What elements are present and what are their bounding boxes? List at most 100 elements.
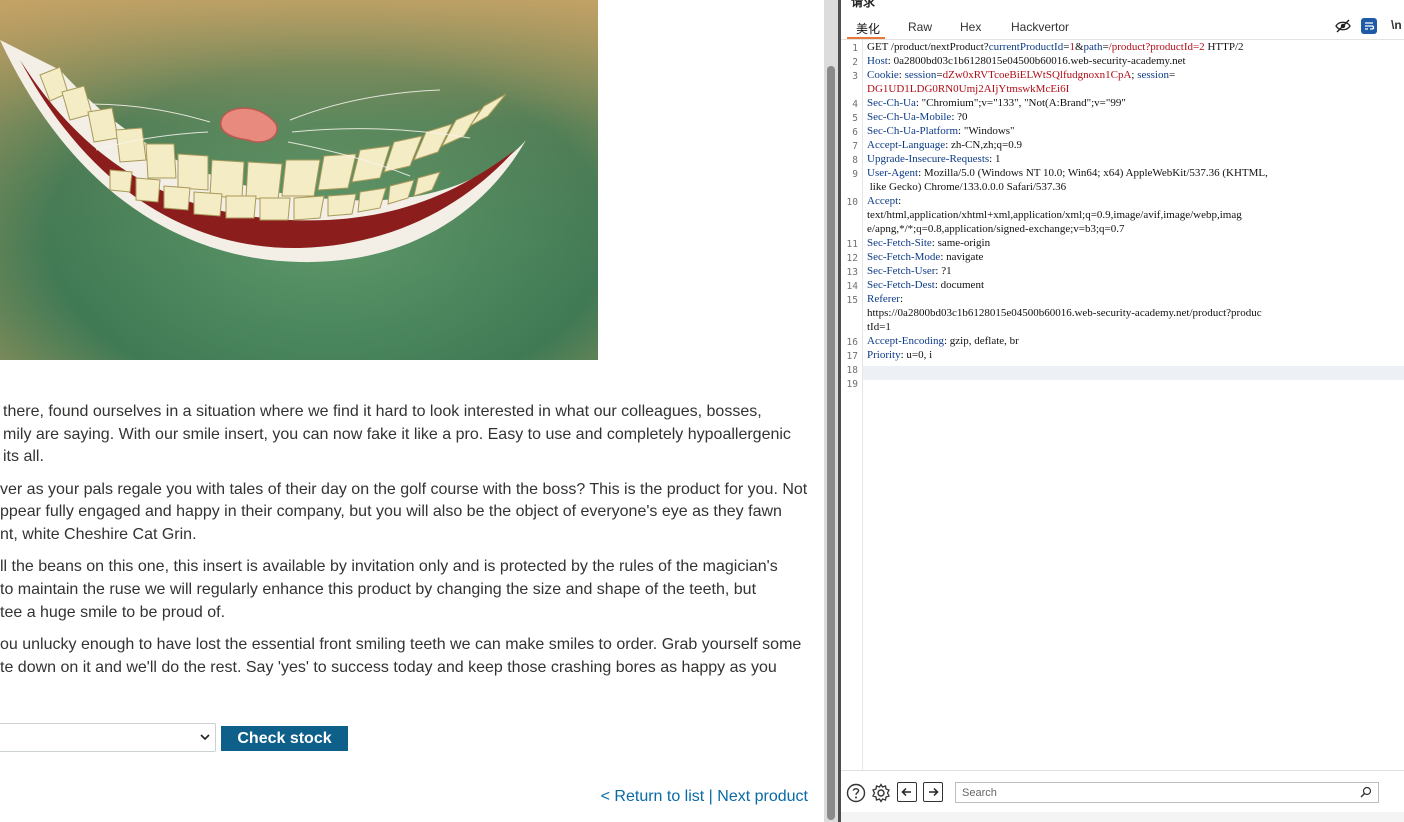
request-line: Sec-Ch-Ua-Mobile: ?0	[867, 110, 968, 124]
header-name: Sec-Fetch-User	[867, 265, 936, 277]
newline-toggle[interactable]: \n	[1391, 18, 1402, 32]
line-number: 19	[846, 379, 858, 390]
request-line: text/html,application/xhtml+xml,applicat…	[867, 208, 1242, 222]
header-name: currentProductId	[988, 41, 1064, 53]
search-input[interactable]: Search	[955, 782, 1379, 803]
tab-hex[interactable]: Hex	[960, 20, 981, 34]
previous-match-button[interactable]	[897, 782, 917, 802]
request-text: :	[899, 293, 904, 305]
active-tab-indicator	[847, 37, 885, 39]
request-line: https://0a2800bd03c1b6128015e04500b60016…	[867, 306, 1262, 320]
header-name: Cookie	[867, 69, 899, 81]
request-line: Sec-Ch-Ua: "Chromium";v="133", "Not(A:Br…	[867, 96, 1126, 110]
request-text: : 1	[989, 153, 1001, 165]
request-line: Accept-Encoding: gzip, deflate, br	[867, 334, 1019, 348]
line-number: 9	[852, 169, 858, 180]
product-image	[0, 0, 598, 360]
header-name: Accept-Encoding	[867, 335, 944, 347]
request-text: &	[1074, 41, 1084, 53]
line-number: 13	[846, 267, 858, 278]
description-paragraph-3: ll the beans on this one, this insert is…	[0, 558, 778, 621]
next-match-button[interactable]	[923, 782, 943, 802]
search-icon[interactable]	[1360, 786, 1372, 798]
request-line: Accept:	[867, 194, 901, 208]
header-name: session	[904, 69, 937, 81]
request-line: Sec-Fetch-User: ?1	[867, 264, 952, 278]
tab-hackvertor[interactable]: Hackvertor	[1011, 20, 1069, 34]
request-line: Sec-Fetch-Mode: navigate	[867, 250, 983, 264]
request-line: Sec-Ch-Ua-Platform: "Windows"	[867, 124, 1015, 138]
editor-footer: Search	[841, 770, 1404, 813]
hide-icon[interactable]	[1335, 19, 1351, 33]
header-name: Accept	[867, 195, 899, 207]
line-number: 18	[846, 365, 858, 376]
header-name: Upgrade-Insecure-Requests	[867, 153, 990, 165]
help-icon[interactable]	[846, 783, 866, 803]
description-paragraph-1: there, found ourselves in a situation wh…	[3, 403, 791, 466]
page-scrollbar[interactable]	[824, 0, 838, 822]
description-paragraph-2: ver as your pals regale you with tales o…	[0, 480, 808, 544]
tab-raw[interactable]: Raw	[908, 20, 932, 34]
header-name: session	[1137, 69, 1169, 81]
next-product-link[interactable]: Next product	[717, 788, 808, 805]
current-line-highlight	[863, 366, 1404, 380]
line-number: 8	[852, 155, 858, 166]
header-name: Sec-Ch-Ua	[867, 97, 916, 109]
product-description: there, found ourselves in a situation wh…	[0, 401, 812, 689]
request-text: e/apng,*/*;q=0.8,application/signed-exch…	[867, 223, 1125, 235]
line-number: 17	[846, 351, 858, 362]
arrow-right-icon	[929, 787, 939, 797]
request-text: : 0a2800bd03c1b6128015e04500b60016.web-s…	[887, 55, 1186, 67]
header-name: Sec-Fetch-Dest	[867, 279, 935, 291]
line-number: 7	[852, 141, 858, 152]
param-value: /product?productId=2	[1108, 41, 1205, 53]
request-text: text/html,application/xhtml+xml,applicat…	[867, 209, 1242, 221]
line-number: 1	[852, 43, 858, 54]
panel-title: 请求	[851, 0, 876, 9]
store-select[interactable]	[0, 723, 216, 752]
line-number: 2	[852, 57, 858, 68]
request-text: : "Windows"	[958, 125, 1015, 137]
request-line: Cookie: session=dZw0xRVTcoeBiELWtSQlfudg…	[867, 68, 1175, 82]
header-name: Referer	[867, 293, 900, 305]
request-text: : "Chromium";v="133", "Not(A:Brand";v="9…	[915, 97, 1126, 109]
request-text: : gzip, deflate, br	[943, 335, 1019, 347]
request-line: tId=1	[867, 320, 891, 334]
request-line: GET /product/nextProduct?currentProductI…	[867, 40, 1244, 54]
header-name: Sec-Fetch-Mode	[867, 251, 941, 263]
line-number: 12	[846, 253, 858, 264]
return-to-list-link[interactable]: < Return to list	[601, 788, 705, 805]
line-number: 6	[852, 127, 858, 138]
tab-pretty[interactable]: 美化	[856, 20, 880, 37]
line-number: 11	[846, 239, 858, 250]
header-name: Priority	[867, 349, 901, 361]
line-number: 14	[846, 281, 858, 292]
wrap-icon[interactable]	[1361, 18, 1377, 34]
request-line: Priority: u=0, i	[867, 348, 932, 362]
status-strip	[841, 812, 1404, 822]
line-number: 4	[852, 99, 858, 110]
scrollbar-thumb[interactable]	[827, 66, 835, 820]
request-text: =	[1168, 69, 1176, 81]
product-page: there, found ourselves in a situation wh…	[0, 0, 824, 822]
request-text: : document	[934, 279, 984, 291]
check-stock-button[interactable]: Check stock	[221, 726, 348, 751]
line-number: 3	[852, 71, 858, 82]
arrow-left-icon	[901, 787, 911, 797]
request-line: Accept-Language: zh-CN,zh;q=0.9	[867, 138, 1022, 152]
chevron-down-icon	[200, 734, 210, 741]
header-name: Sec-Ch-Ua-Platform	[867, 125, 959, 137]
header-name: Sec-Ch-Ua-Mobile	[867, 111, 952, 123]
search-placeholder: Search	[962, 787, 997, 799]
header-name: Host	[867, 55, 888, 67]
header-name: Accept-Language	[867, 139, 946, 151]
request-line: Host: 0a2800bd03c1b6128015e04500b60016.w…	[867, 54, 1186, 68]
gear-icon[interactable]	[871, 783, 891, 803]
request-line: like Gecko) Chrome/133.0.0.0 Safari/537.…	[867, 180, 1066, 194]
request-line: Referer:	[867, 292, 903, 306]
request-text: : navigate	[940, 251, 984, 263]
request-text: like Gecko) Chrome/133.0.0.0 Safari/537.…	[867, 181, 1067, 193]
request-text: : ?1	[935, 265, 952, 277]
request-line: Sec-Fetch-Site: same-origin	[867, 236, 990, 250]
product-nav-links: < Return to list | Next product	[601, 788, 808, 806]
